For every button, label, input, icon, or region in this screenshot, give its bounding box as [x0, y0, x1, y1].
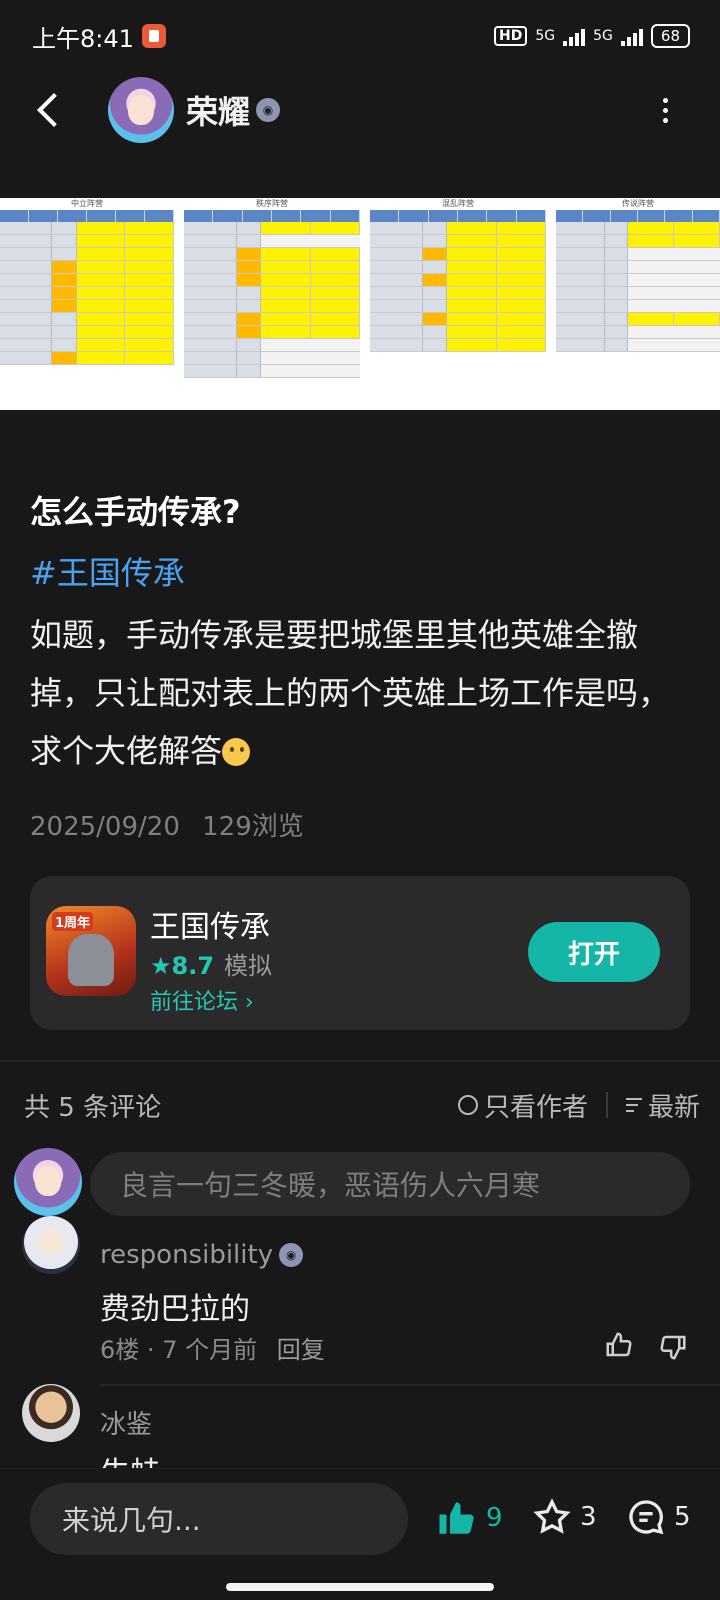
table-title: 传说阵营: [622, 199, 654, 208]
hd-voice-indicator: HD: [494, 26, 528, 46]
post-tag[interactable]: #王国传承: [30, 548, 185, 594]
smile-emoji-icon: [222, 738, 251, 766]
commenter-name-row: responsibility ◉: [100, 1240, 304, 1270]
notification-icon: [141, 24, 166, 48]
reply-button[interactable]: 回复: [277, 1336, 325, 1364]
like-action[interactable]: 9: [436, 1497, 503, 1539]
post-views: 129浏览: [202, 812, 304, 842]
signal-icon-2: [620, 26, 643, 46]
star-outline-icon: [533, 1498, 571, 1534]
post-date: 2025/09/20: [30, 812, 180, 842]
table-neutral: 中立阵营: [0, 198, 175, 410]
post-body-text: 如题，手动传承是要把城堡里其他英雄全撤掉，只让配对表上的两个英雄上场工作是吗，求…: [30, 616, 671, 770]
network-type-2: 5G: [593, 28, 613, 44]
game-rating: ★8.7 模拟: [150, 946, 272, 981]
post-title: 怎么手动传承?: [30, 493, 241, 531]
network-type-1: 5G: [535, 28, 556, 44]
sort-icon: [625, 1098, 642, 1112]
comment-action[interactable]: 5: [626, 1497, 691, 1537]
comment-count-bottom: 5: [674, 1502, 691, 1532]
game-app-icon: 1周年: [46, 906, 136, 996]
star-icon: ★: [150, 952, 172, 980]
only-author-label: 只看作者: [483, 1092, 588, 1123]
comment-divider: [100, 1384, 720, 1386]
dislike-icon[interactable]: [658, 1332, 688, 1362]
forum-link[interactable]: 前往论坛 ›: [150, 984, 254, 1016]
rating-value: 8.7: [171, 952, 215, 980]
like-icon[interactable]: [604, 1330, 634, 1360]
gamepad-icon: ◉: [256, 98, 281, 122]
comments-header: 共 5 条评论 只看作者 最新: [24, 1085, 700, 1125]
favorite-count: 3: [580, 1502, 597, 1532]
more-options-icon[interactable]: [663, 97, 668, 123]
comment-meta: 6楼 · 7 个月前 回复: [100, 1336, 325, 1364]
status-bar: 上午8:41 HD 5G 5G 68: [0, 0, 720, 72]
post-image[interactable]: 中立阵营 秩序阵营 混乱阵营 传说阵营: [0, 198, 720, 410]
comment-time: 7 个月前: [162, 1336, 258, 1364]
commenter-name[interactable]: responsibility: [100, 1240, 273, 1270]
signal-icon: [563, 26, 586, 46]
favorite-action[interactable]: 3: [532, 1497, 597, 1537]
commenter-name-row: 冰鉴: [100, 1404, 152, 1441]
table-chaos: 混乱阵营: [370, 198, 547, 410]
comment-bubble-icon: [629, 1500, 664, 1535]
only-author-toggle[interactable]: 只看作者: [457, 1087, 588, 1124]
thumbs-up-filled-icon: [439, 1502, 474, 1534]
home-indicator[interactable]: [226, 1583, 494, 1591]
author-name[interactable]: 荣耀: [186, 87, 250, 133]
status-indicators: HD 5G 5G 68: [494, 24, 690, 48]
author-avatar[interactable]: [108, 77, 174, 143]
anniversary-badge: 1周年: [52, 912, 94, 931]
status-time: 上午8:41: [32, 24, 134, 53]
table-legend: 传说阵营: [556, 198, 720, 410]
game-name: 王国传承: [150, 910, 270, 945]
post-header: 荣耀 ◉: [0, 72, 720, 148]
sort-label: 最新: [647, 1092, 700, 1123]
sort-toggle[interactable]: 最新: [625, 1087, 700, 1124]
comment-floor: 6楼: [100, 1336, 140, 1364]
gamepad-icon: ◉: [279, 1243, 304, 1267]
commenter-avatar[interactable]: [22, 1216, 80, 1274]
radio-circle-icon: [457, 1095, 478, 1115]
like-count: 9: [486, 1503, 503, 1533]
table-title: 混乱阵营: [442, 199, 474, 208]
comment-input[interactable]: 良言一句三冬暖，恶语伤人六月寒: [90, 1152, 690, 1216]
commenter-name[interactable]: 冰鉴: [100, 1404, 152, 1441]
my-avatar: [14, 1148, 82, 1216]
open-game-button[interactable]: 打开: [528, 922, 660, 982]
bottom-action-bar: 来说几句... 9 3 5: [0, 1468, 720, 1600]
section-divider: [0, 1060, 720, 1062]
table-title: 秩序阵营: [256, 199, 288, 208]
table-order: 秩序阵营: [184, 198, 361, 410]
game-card[interactable]: 1周年 王国传承 ★8.7 模拟 前往论坛 › 打开: [30, 876, 690, 1030]
bottom-comment-input[interactable]: 来说几句...: [30, 1483, 408, 1555]
comment-text: 费劲巴拉的: [100, 1292, 250, 1327]
table-title: 中立阵营: [71, 199, 103, 208]
back-arrow-icon[interactable]: [37, 93, 71, 127]
game-category: 模拟: [224, 952, 273, 980]
post-body: 如题，手动传承是要把城堡里其他英雄全撤掉，只让配对表上的两个英雄上场工作是吗，求…: [30, 606, 690, 780]
post-meta: 2025/09/20 129浏览: [30, 806, 304, 843]
comment-count: 共 5 条评论: [24, 1092, 162, 1123]
battery-icon: 68: [650, 24, 690, 48]
commenter-avatar[interactable]: [22, 1384, 80, 1442]
